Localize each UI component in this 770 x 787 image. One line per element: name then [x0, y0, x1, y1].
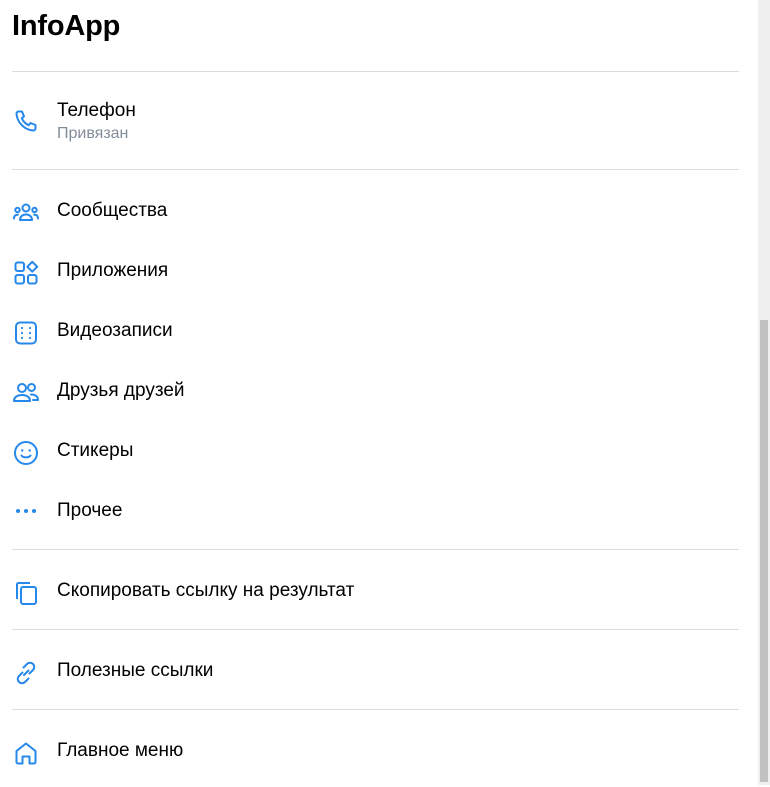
- link-icon: [12, 659, 40, 687]
- menu-item-label: Стикеры: [57, 440, 134, 461]
- divider: [12, 629, 739, 630]
- app-panel: InfoApp Телефон Привязан Сообщества Прил…: [0, 0, 758, 785]
- smile-icon: [12, 439, 40, 467]
- menu-item-videos[interactable]: Видеозаписи: [12, 319, 739, 367]
- divider: [12, 709, 739, 710]
- copy-icon: [12, 579, 40, 607]
- vertical-scrollbar[interactable]: [758, 0, 770, 785]
- menu-item-label: Друзья друзей: [57, 380, 185, 401]
- divider: [12, 549, 739, 550]
- menu-item-stickers[interactable]: Стикеры: [12, 439, 739, 487]
- menu-item-apps[interactable]: Приложения: [12, 259, 739, 307]
- main-menu-label: Главное меню: [57, 740, 184, 761]
- phone-icon: [12, 107, 40, 135]
- menu-item-label: Приложения: [57, 260, 169, 281]
- copy-link-button[interactable]: Скопировать ссылку на результат: [12, 579, 739, 627]
- menu-item-label: Сообщества: [57, 200, 168, 221]
- menu-item-label: Прочее: [57, 500, 123, 521]
- phone-item[interactable]: Телефон Привязан: [12, 99, 739, 147]
- copy-link-label: Скопировать ссылку на результат: [57, 580, 355, 601]
- app-title: InfoApp: [12, 10, 121, 42]
- friends-icon: [12, 379, 40, 407]
- useful-links-label: Полезные ссылки: [57, 660, 214, 681]
- video-icon: [12, 319, 40, 347]
- users-group-icon: [12, 199, 40, 227]
- menu-item-communities[interactable]: Сообщества: [12, 199, 739, 247]
- useful-links-item[interactable]: Полезные ссылки: [12, 659, 739, 707]
- menu-item-other[interactable]: Прочее: [12, 499, 739, 547]
- divider: [12, 71, 739, 72]
- apps-grid-icon: [12, 259, 40, 287]
- phone-label: Телефон: [57, 100, 136, 121]
- home-icon: [12, 739, 40, 767]
- main-menu-item[interactable]: Главное меню: [12, 739, 739, 787]
- menu-item-label: Видеозаписи: [57, 320, 173, 341]
- scrollbar-thumb[interactable]: [760, 320, 768, 782]
- menu-item-friends-of-friends[interactable]: Друзья друзей: [12, 379, 739, 427]
- divider: [12, 169, 739, 170]
- phone-status: Привязан: [57, 125, 129, 142]
- more-dots-icon: [12, 499, 40, 527]
